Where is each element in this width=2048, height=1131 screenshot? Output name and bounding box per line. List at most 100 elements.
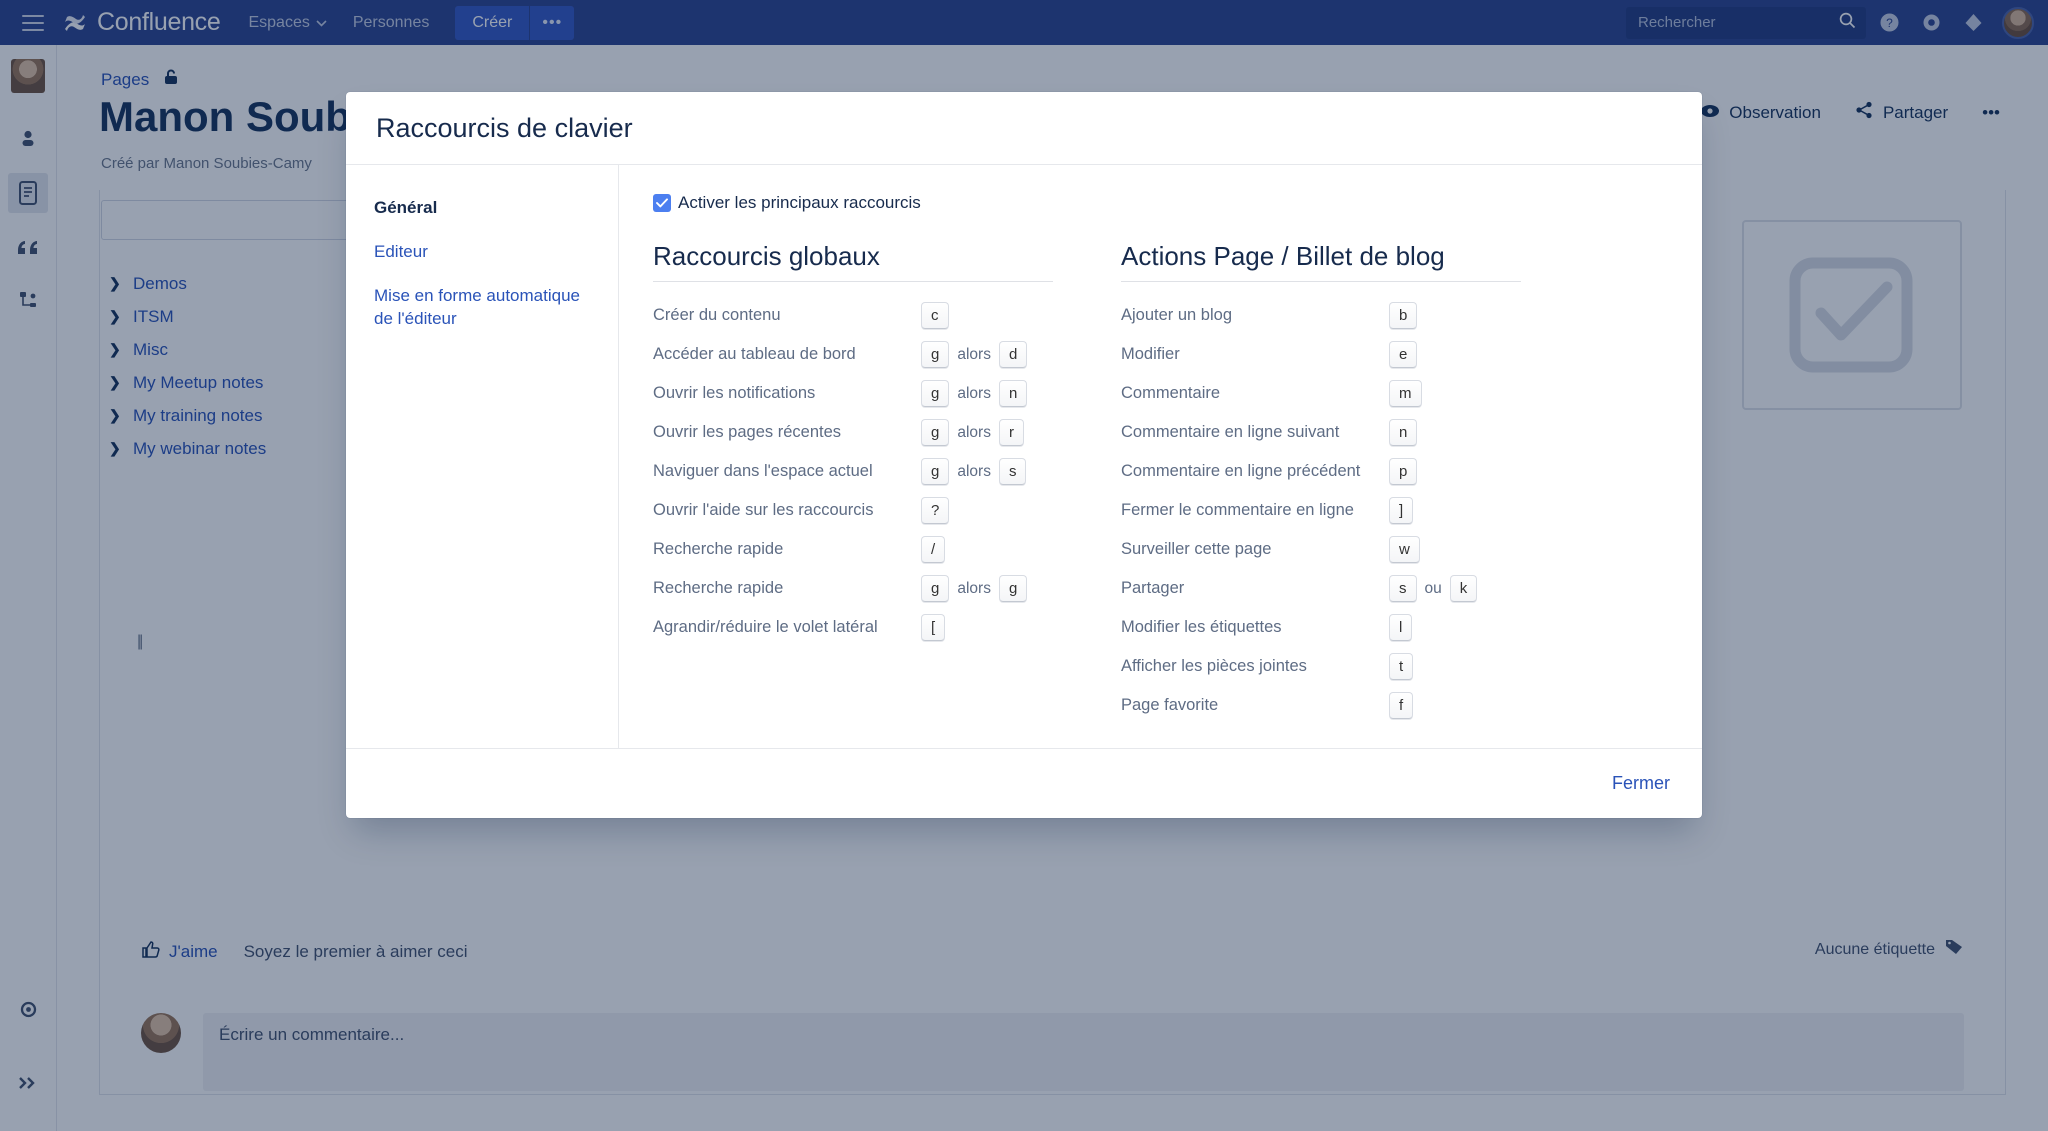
shortcut-key-badge: [ xyxy=(921,614,946,641)
dialog-nav-editeur[interactable]: Editeur xyxy=(374,241,590,264)
shortcut-label: Modifier les étiquettes xyxy=(1121,617,1282,636)
shortcut-keys: n xyxy=(1389,413,1521,452)
dialog-header: Raccourcis de clavier xyxy=(346,92,1702,165)
shortcut-key-badge: l xyxy=(1389,614,1413,641)
shortcut-label: Ouvrir les pages récentes xyxy=(653,422,842,441)
shortcut-label: Fermer le commentaire en ligne xyxy=(1121,500,1354,519)
shortcut-keys: g alors n xyxy=(921,374,1053,413)
shortcut-column-global: Raccourcis globaux Créer du contenu c Accé… xyxy=(653,241,1053,725)
shortcut-key-badge: g xyxy=(921,575,950,602)
shortcut-label: Ouvrir les notifications xyxy=(653,383,816,402)
shortcut-row: Afficher les pièces jointes t xyxy=(1121,647,1521,686)
shortcut-label: Partager xyxy=(1121,578,1185,597)
shortcut-key-badge: g xyxy=(921,458,950,485)
shortcut-keys: p xyxy=(1389,452,1521,491)
shortcut-key-badge: k xyxy=(1449,575,1478,602)
shortcut-key-badge: s xyxy=(998,458,1027,485)
shortcut-keys: f xyxy=(1389,686,1521,725)
shortcut-key-badge: g xyxy=(921,419,950,446)
shortcut-label: Recherche rapide xyxy=(653,539,784,558)
shortcut-label: Commentaire xyxy=(1121,383,1221,402)
shortcut-key-badge: m xyxy=(1389,380,1422,407)
shortcut-key-badge: b xyxy=(1389,302,1418,329)
shortcut-keys: g alors g xyxy=(921,569,1053,608)
shortcut-keys: g alors d xyxy=(921,335,1053,374)
shortcut-row: Partager s ou k xyxy=(1121,569,1521,608)
shortcut-label: Naviguer dans l'espace actuel xyxy=(653,461,873,480)
shortcut-key-badge: g xyxy=(998,575,1028,602)
keyboard-shortcuts-dialog: Raccourcis de clavier Général Editeur Mi… xyxy=(346,92,1702,818)
shortcut-row: Agrandir/réduire le volet latéral [ xyxy=(653,608,1053,647)
dialog-side-nav: Général Editeur Mise en forme automatiqu… xyxy=(346,165,619,748)
dialog-main-panel: Activer les principaux raccourcis Raccou… xyxy=(619,165,1702,748)
shortcut-key-badge: w xyxy=(1389,536,1420,563)
shortcut-key-badge: n xyxy=(998,380,1028,407)
shortcut-key-badge: c xyxy=(921,302,949,329)
shortcut-key-badge: t xyxy=(1389,653,1414,680)
shortcut-table-global: Créer du contenu c Accéder au tableau de b… xyxy=(653,296,1053,647)
shortcut-keys: ] xyxy=(1389,491,1521,530)
shortcut-keys: ? xyxy=(921,491,1053,530)
shortcut-label: Afficher les pièces jointes xyxy=(1121,656,1307,675)
shortcut-row: Accéder au tableau de bord g alors d xyxy=(653,335,1053,374)
shortcut-keys: m xyxy=(1389,374,1521,413)
shortcut-key-badge: n xyxy=(1389,419,1418,446)
shortcut-key-badge: g xyxy=(921,341,950,368)
shortcut-columns: Raccourcis globaux Créer du contenu c Accé… xyxy=(653,241,1668,725)
shortcut-key-badge: f xyxy=(1389,692,1414,719)
shortcut-label: Accéder au tableau de bord xyxy=(653,344,856,363)
shortcut-row: Créer du contenu c xyxy=(653,296,1053,335)
shortcut-keys: t xyxy=(1389,647,1521,686)
dialog-footer: Fermer xyxy=(346,748,1702,818)
shortcut-row: Ouvrir les notifications g alors n xyxy=(653,374,1053,413)
shortcut-label: Ajouter un blog xyxy=(1121,305,1232,324)
shortcut-key-badge: p xyxy=(1389,458,1418,485)
shortcut-row: Modifier e xyxy=(1121,335,1521,374)
dialog-nav-general[interactable]: Général xyxy=(374,197,590,220)
shortcut-table-page-actions: Ajouter un blog b Modifier e Commentaire m Com… xyxy=(1121,296,1521,725)
shortcut-keys: s ou k xyxy=(1389,569,1521,608)
shortcut-key-badge: e xyxy=(1389,341,1418,368)
shortcut-row: Fermer le commentaire en ligne] xyxy=(1121,491,1521,530)
shortcut-keys: [ xyxy=(921,608,1053,647)
shortcut-label: Modifier xyxy=(1121,344,1180,363)
shortcut-row: Commentaire m xyxy=(1121,374,1521,413)
shortcut-column-page-actions: Actions Page / Billet de blog Ajouter un… xyxy=(1121,241,1521,725)
shortcut-keys: e xyxy=(1389,335,1521,374)
shortcut-row: Commentaire en ligne précédent p xyxy=(1121,452,1521,491)
shortcut-keys: g alors r xyxy=(921,413,1053,452)
enable-shortcuts-checkbox[interactable] xyxy=(653,194,671,212)
shortcut-row: Surveiller cette page w xyxy=(1121,530,1521,569)
shortcut-key-badge: r xyxy=(998,419,1024,446)
shortcut-label: Recherche rapide xyxy=(653,578,784,597)
dialog-title: Raccourcis de clavier xyxy=(376,112,633,143)
shortcut-label: Page favorite xyxy=(1121,695,1219,714)
shortcut-keys: l xyxy=(1389,608,1521,647)
shortcut-key-separator: alors xyxy=(957,346,991,363)
shortcut-row: Naviguer dans l'espace actuel g alors s xyxy=(653,452,1053,491)
shortcut-key-separator: alors xyxy=(957,463,991,480)
shortcut-row: Recherche rapide g alors g xyxy=(653,569,1053,608)
shortcut-key-separator: alors xyxy=(957,385,991,402)
close-button[interactable]: Fermer xyxy=(1612,773,1670,794)
shortcut-label: Commentaire en ligne précédent xyxy=(1121,461,1361,480)
shortcut-keys: c xyxy=(921,296,1053,335)
shortcut-label: Surveiller cette page xyxy=(1121,539,1272,558)
shortcut-key-badge: ? xyxy=(921,497,950,524)
shortcut-label: Ouvrir l'aide sur les raccourcis xyxy=(653,500,874,519)
enable-shortcuts-label: Activer les principaux raccourcis xyxy=(678,193,921,212)
shortcut-key-separator: alors xyxy=(957,580,991,597)
dialog-body: Général Editeur Mise en forme automatiqu… xyxy=(346,165,1702,748)
shortcut-row: Recherche rapide / xyxy=(653,530,1053,569)
shortcut-label: Commentaire en ligne suivant xyxy=(1121,422,1340,441)
dialog-nav-autoformat[interactable]: Mise en forme automatique de l'éditeur xyxy=(374,285,590,331)
shortcut-key-separator: ou xyxy=(1424,580,1442,597)
shortcut-column-page-actions-heading: Actions Page / Billet de blog xyxy=(1121,241,1521,282)
shortcut-label: Agrandir/réduire le volet latéral xyxy=(653,617,878,636)
shortcut-row: Commentaire en ligne suivant n xyxy=(1121,413,1521,452)
shortcut-key-badge: ] xyxy=(1389,497,1414,524)
shortcut-key-separator: alors xyxy=(957,424,991,441)
shortcut-keys: g alors s xyxy=(921,452,1053,491)
shortcut-key-badge: s xyxy=(1389,575,1417,602)
shortcut-keys: / xyxy=(921,530,1053,569)
